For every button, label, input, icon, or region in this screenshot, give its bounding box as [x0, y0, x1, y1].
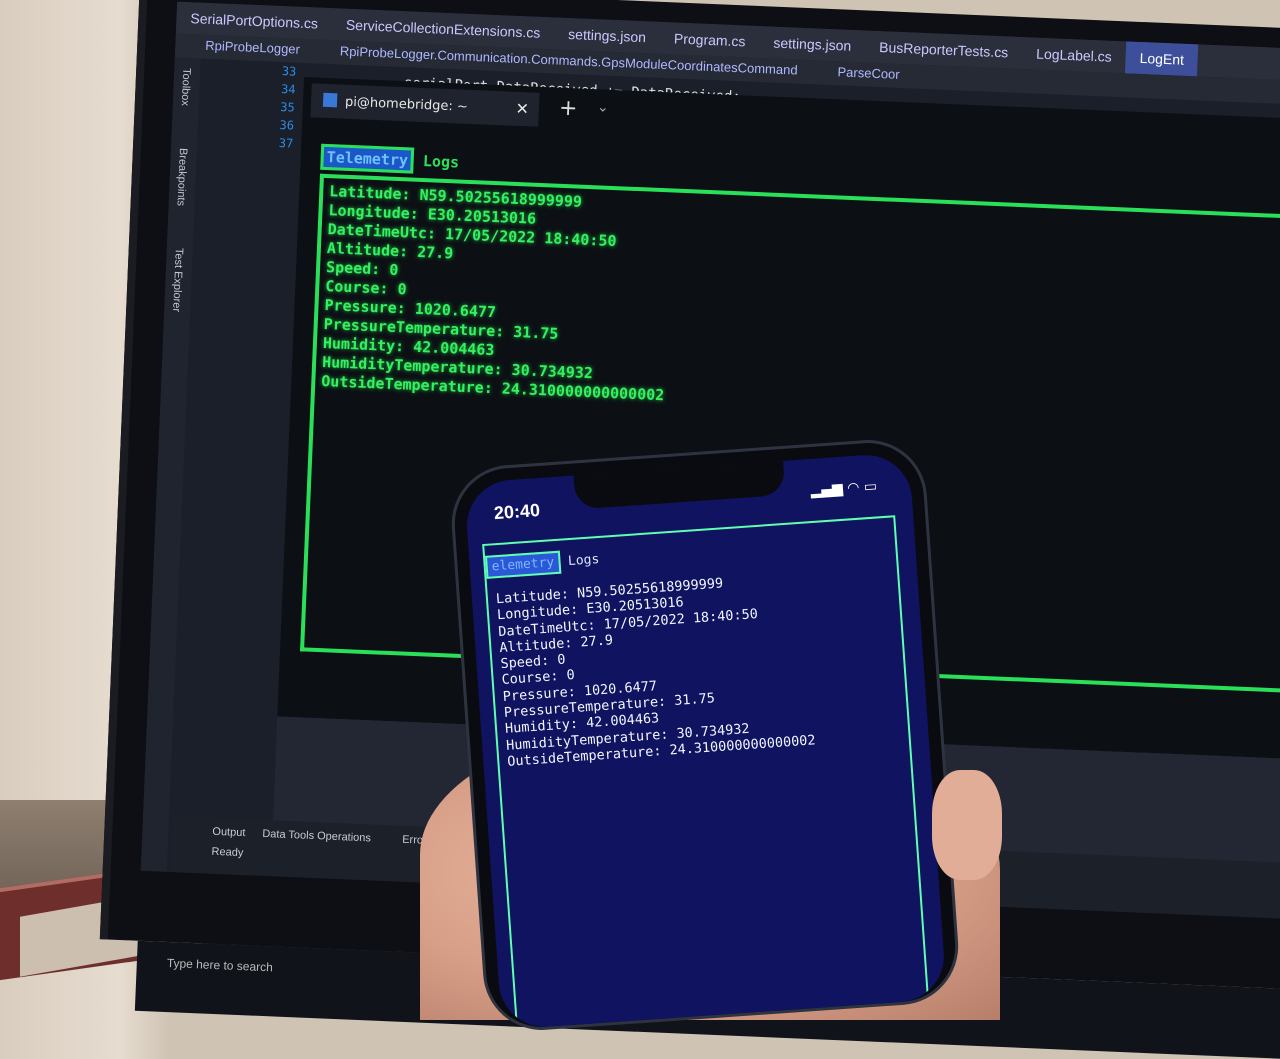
output-tab[interactable]: Output: [212, 826, 246, 839]
project-dropdown[interactable]: RpiProbeLogger: [205, 38, 300, 60]
phone-tab-logs[interactable]: Logs: [568, 552, 600, 569]
side-toolbar: Toolbox Breakpoints Test Explorer: [140, 57, 201, 872]
terminal-icon: [322, 92, 338, 108]
thumb: [932, 770, 1002, 880]
line-number: 33: [281, 64, 297, 79]
new-tab-icon[interactable]: +: [558, 96, 577, 122]
test-explorer-tab[interactable]: Test Explorer: [170, 248, 185, 313]
line-number: 35: [280, 99, 296, 115]
data-tools-tab[interactable]: Data Tools Operations: [262, 828, 371, 845]
phone-telemetry-list: Latitude: N59.50255618999999 Longitude: …: [495, 570, 816, 770]
ide-tab[interactable]: settings.json: [554, 17, 661, 53]
phone-screen: 20:40 ▂▄▆ ◠ ▭ elemetry Logs Latitude: N5…: [463, 452, 947, 1030]
telemetry-list: Latitude: N59.50255618999999 Longitude: …: [321, 182, 673, 405]
chevron-down-icon[interactable]: ⌄: [597, 99, 609, 115]
tab-telemetry[interactable]: Telemetry: [320, 143, 415, 174]
status-ready: Ready: [211, 845, 244, 860]
line-number: 36: [279, 117, 295, 133]
terminal-tab-title: pi@homebridge: ~: [344, 94, 469, 115]
tab-logs[interactable]: Logs: [423, 152, 460, 171]
member-dropdown[interactable]: ParseCoor: [837, 64, 900, 85]
signal-wifi-battery-icons: ▂▄▆ ◠ ▭: [810, 478, 878, 500]
taskbar-search[interactable]: Type here to search: [167, 956, 274, 974]
tui-tab-bar: Telemetry Logs: [320, 143, 460, 176]
phone: 20:40 ▂▄▆ ◠ ▭ elemetry Logs Latitude: N5…: [451, 439, 959, 1031]
ide-tab[interactable]: LogLabel.cs: [1022, 37, 1127, 73]
close-icon[interactable]: ✕: [515, 99, 529, 119]
phone-notch: [573, 460, 786, 510]
ide-tab[interactable]: Program.cs: [659, 22, 760, 58]
ide-tab-active[interactable]: LogEnt: [1125, 41, 1199, 77]
toolbox-tab[interactable]: Toolbox: [179, 68, 193, 106]
phone-clock: 20:40: [493, 499, 541, 524]
terminal-tab[interactable]: pi@homebridge: ~ ✕: [310, 83, 540, 127]
breakpoints-tab[interactable]: Breakpoints: [175, 148, 189, 207]
line-number: 34: [280, 82, 296, 97]
ide-tab[interactable]: settings.json: [759, 26, 866, 62]
line-number: 37: [278, 135, 294, 151]
